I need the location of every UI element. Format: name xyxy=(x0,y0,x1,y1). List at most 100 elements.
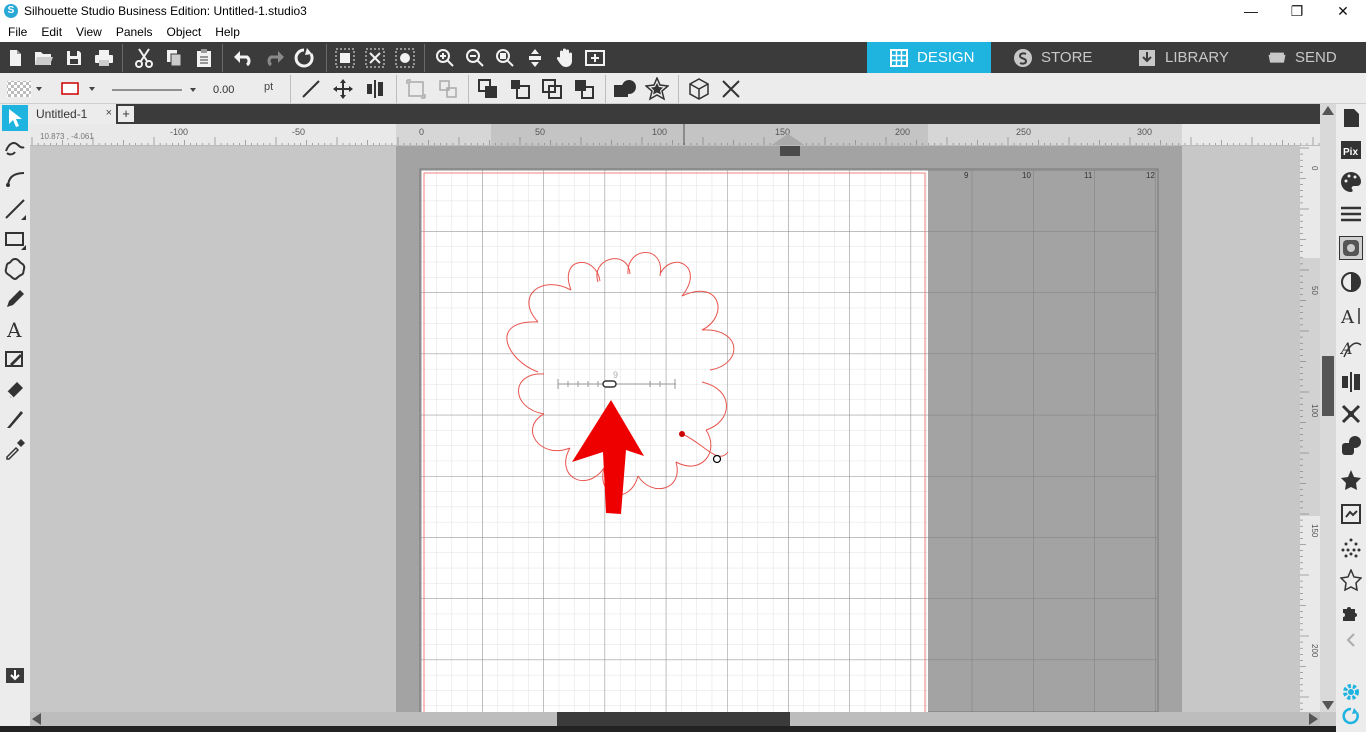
pixscan-icon[interactable]: Pix xyxy=(1339,138,1363,162)
offset-star-outline-icon[interactable] xyxy=(1339,568,1363,592)
scroll-down-arrow-icon[interactable] xyxy=(1322,701,1334,710)
document-tab[interactable]: Untitled-1 × xyxy=(30,104,116,124)
offset-star-icon[interactable] xyxy=(644,76,670,102)
weld-icon[interactable] xyxy=(612,76,638,102)
sync-cloud-icon[interactable] xyxy=(1339,704,1363,728)
silhouette-app-icon: S xyxy=(4,4,18,18)
copy-icon[interactable] xyxy=(161,45,187,71)
undo-icon[interactable] xyxy=(231,45,257,71)
select-by-color-icon[interactable] xyxy=(392,45,418,71)
text-style-icon[interactable]: A xyxy=(1339,304,1363,328)
point-edit-icon[interactable] xyxy=(2,136,28,162)
open-folder-icon[interactable] xyxy=(31,45,57,71)
cut-scissors-icon[interactable] xyxy=(131,45,157,71)
replicate-panel-icon[interactable] xyxy=(1339,434,1363,458)
horizontal-scrollbar[interactable] xyxy=(30,712,1320,726)
polygon-tool-icon[interactable] xyxy=(2,256,28,282)
window-title: Silhouette Studio Business Edition: Unti… xyxy=(24,4,307,18)
close-document-icon[interactable]: × xyxy=(106,107,112,119)
design-canvas[interactable]: 9 10 11 12 9 xyxy=(30,146,1300,712)
tab-library[interactable]: LIBRARY xyxy=(1115,42,1245,73)
menu-help[interactable]: Help xyxy=(207,25,246,39)
vertical-scroll-thumb[interactable] xyxy=(1322,356,1334,416)
trace-icon[interactable] xyxy=(1339,502,1363,526)
line-draw-icon[interactable] xyxy=(2,196,28,222)
curve-tool-icon[interactable] xyxy=(2,166,28,192)
bring-to-front-icon[interactable] xyxy=(475,76,501,102)
tab-design[interactable]: DESIGN xyxy=(867,42,991,73)
group-icon[interactable] xyxy=(403,76,429,102)
line-color-dropdown[interactable] xyxy=(56,76,100,102)
tab-send[interactable]: SEND xyxy=(1245,42,1366,73)
horizontal-scroll-thumb[interactable] xyxy=(557,712,790,726)
redraw-refresh-icon[interactable] xyxy=(291,45,317,71)
deselect-icon[interactable] xyxy=(362,45,388,71)
freehand-pencil-icon[interactable] xyxy=(2,286,28,312)
drag-view-icon[interactable] xyxy=(522,45,548,71)
fill-palette-icon[interactable] xyxy=(1339,170,1363,194)
delete-x-icon[interactable] xyxy=(718,76,744,102)
redo-icon[interactable] xyxy=(261,45,287,71)
eraser-edit-icon[interactable] xyxy=(2,346,28,372)
scroll-right-arrow-icon[interactable] xyxy=(1309,713,1318,725)
zoom-in-icon[interactable] xyxy=(432,45,458,71)
select-all-icon[interactable] xyxy=(332,45,358,71)
path-start-point[interactable] xyxy=(679,431,685,437)
rhinestone-icon[interactable] xyxy=(1339,536,1363,560)
ungroup-icon[interactable] xyxy=(435,76,461,102)
new-document-icon[interactable] xyxy=(2,45,28,71)
line-style-panel-icon[interactable] xyxy=(1339,202,1363,226)
print-icon[interactable] xyxy=(91,45,117,71)
scroll-up-arrow-icon[interactable] xyxy=(1322,106,1334,115)
vertical-scrollbar[interactable] xyxy=(1320,104,1336,712)
ruler-label: 50 xyxy=(535,127,545,137)
menu-file[interactable]: File xyxy=(0,25,33,39)
svg-text:Pix: Pix xyxy=(1343,147,1358,158)
line-style-dropdown[interactable] xyxy=(108,76,202,102)
replicate-cube-icon[interactable] xyxy=(686,76,712,102)
eraser-icon[interactable] xyxy=(2,376,28,402)
select-arrow-icon[interactable] xyxy=(2,105,28,131)
path-end-point[interactable] xyxy=(712,454,722,464)
paste-clipboard-icon[interactable] xyxy=(191,45,217,71)
text-to-path-icon[interactable]: A xyxy=(1339,336,1363,360)
align-panel-icon[interactable] xyxy=(1339,370,1363,394)
transform-icon[interactable] xyxy=(1339,402,1363,426)
restore-button[interactable]: ❐ xyxy=(1274,0,1320,22)
add-document-button[interactable]: + xyxy=(118,106,134,122)
menu-object[interactable]: Object xyxy=(159,25,208,39)
text-tool-icon[interactable]: A xyxy=(2,316,28,342)
line-tool-icon[interactable] xyxy=(298,76,324,102)
rectangle-tool-icon[interactable] xyxy=(2,226,28,252)
panel-collapse-chevron-icon[interactable] xyxy=(1339,628,1363,652)
minimize-button[interactable]: — xyxy=(1228,0,1274,22)
eyedropper-icon[interactable] xyxy=(2,436,28,462)
ruler-label: 100 xyxy=(1310,404,1319,418)
nesting-puzzle-icon[interactable] xyxy=(1339,600,1363,624)
fill-pattern-icon[interactable] xyxy=(1339,236,1363,260)
fit-to-page-icon[interactable] xyxy=(582,45,608,71)
horizontal-ruler: 10.873 , -4.061 -100 -50 0 50 100 150 20… xyxy=(30,124,1320,146)
menu-view[interactable]: View xyxy=(68,25,108,39)
modify-star-icon[interactable] xyxy=(1339,468,1363,492)
pan-hand-icon[interactable] xyxy=(552,45,578,71)
close-window-button[interactable]: ✕ xyxy=(1320,0,1366,22)
bring-forward-icon[interactable] xyxy=(507,76,533,102)
scroll-left-arrow-icon[interactable] xyxy=(32,713,41,725)
send-to-back-icon[interactable] xyxy=(571,76,597,102)
knife-tool-icon[interactable] xyxy=(2,406,28,432)
zoom-out-icon[interactable] xyxy=(462,45,488,71)
move-icon[interactable] xyxy=(330,76,356,102)
zoom-select-icon[interactable] xyxy=(492,45,518,71)
settings-gear-icon[interactable] xyxy=(1339,680,1363,704)
page-setup-icon[interactable] xyxy=(1339,106,1363,130)
fill-color-dropdown[interactable] xyxy=(4,76,44,102)
transparency-icon[interactable] xyxy=(1339,270,1363,294)
line-thickness-input[interactable] xyxy=(213,82,253,98)
save-icon[interactable] xyxy=(61,45,87,71)
send-backward-icon[interactable] xyxy=(539,76,565,102)
align-center-icon[interactable] xyxy=(362,76,388,102)
menu-panels[interactable]: Panels xyxy=(108,25,159,39)
tab-store[interactable]: STORE xyxy=(991,42,1106,73)
menu-edit[interactable]: Edit xyxy=(33,25,68,39)
